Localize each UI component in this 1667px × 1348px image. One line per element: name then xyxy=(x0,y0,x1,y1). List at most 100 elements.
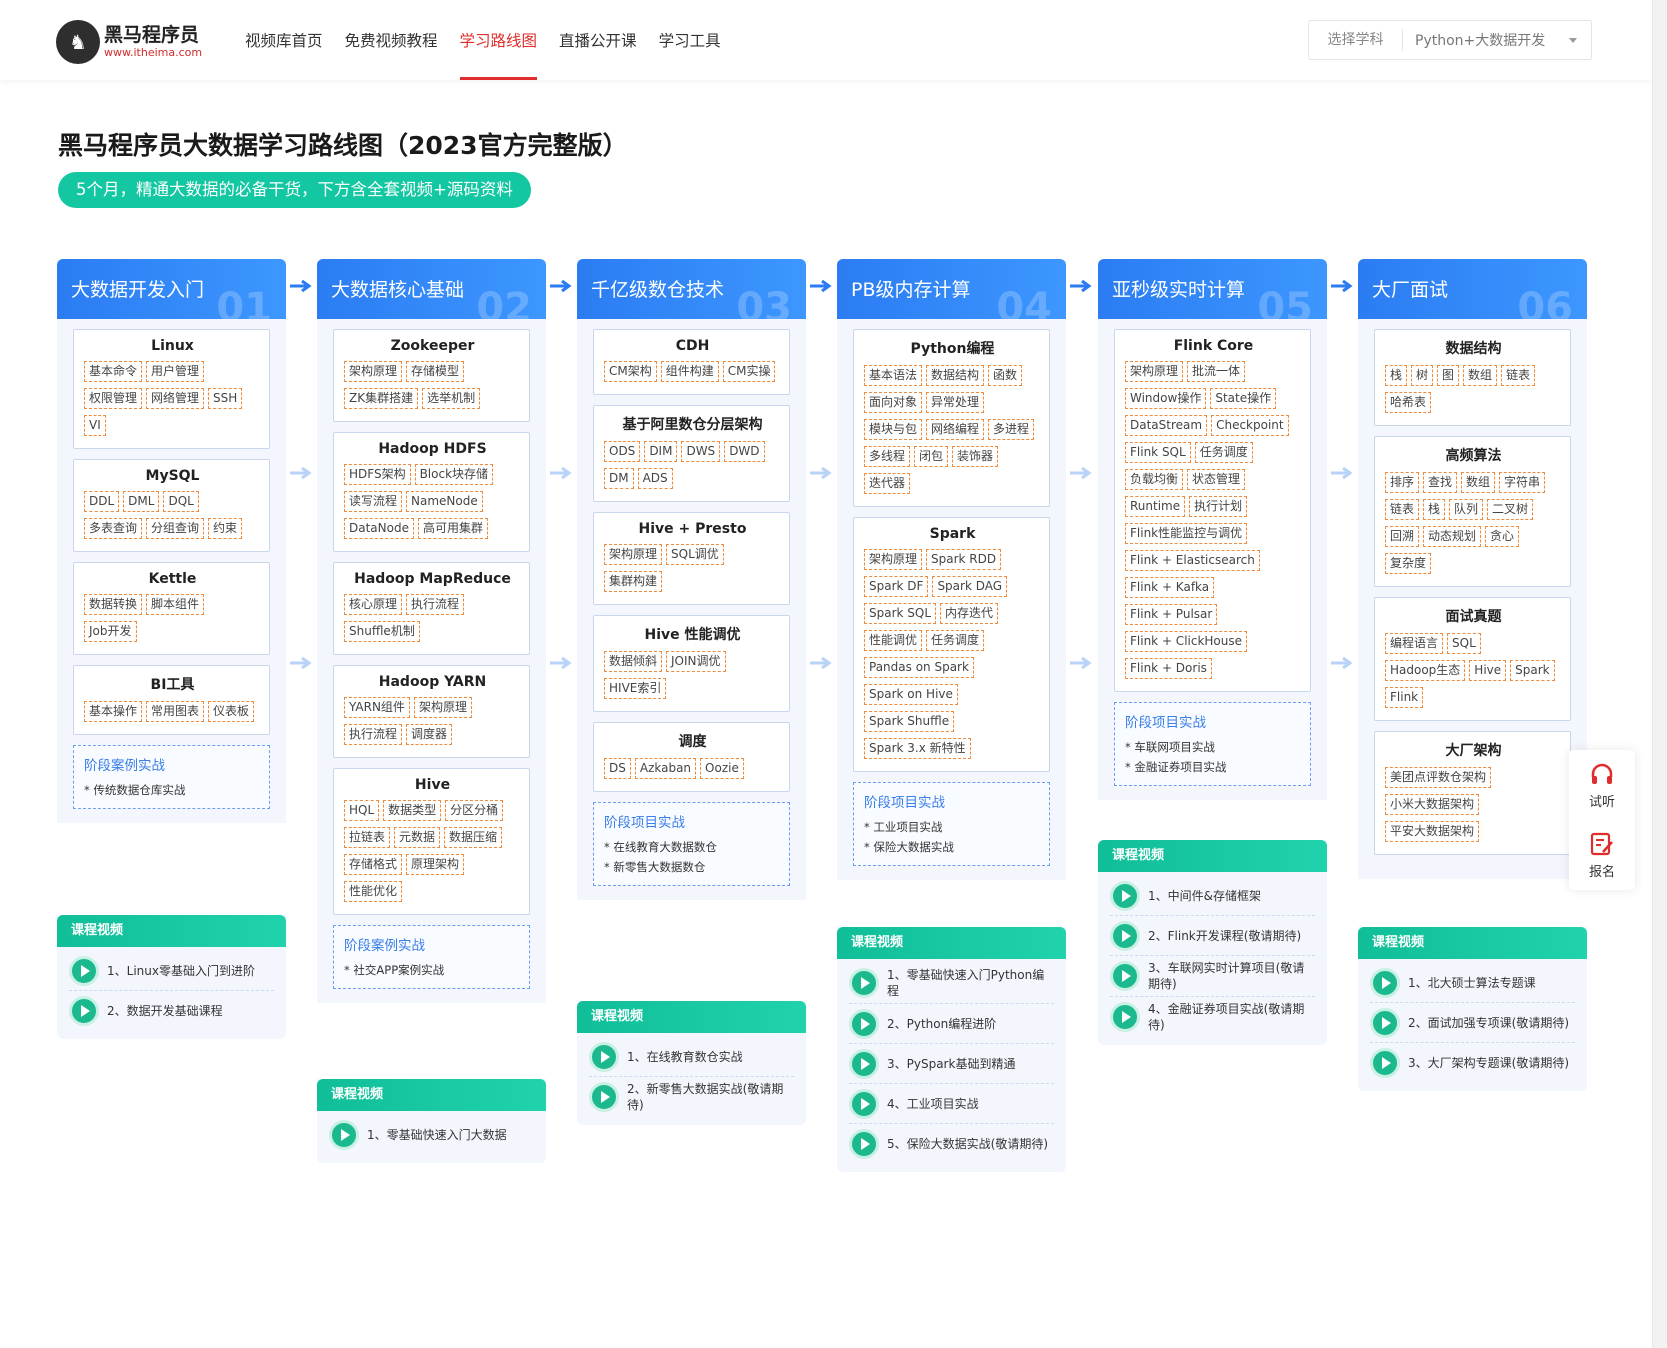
stage-practice-item[interactable]: * 社交APP案例实战 xyxy=(344,960,519,980)
play-icon[interactable] xyxy=(849,1129,879,1159)
topic-tag[interactable]: 集群构建 xyxy=(604,571,663,592)
topic-tag[interactable]: 平安大数据架构 xyxy=(1385,821,1480,842)
course-video-title[interactable]: 1、中间件&存储框架 xyxy=(1148,888,1261,904)
topic-tag[interactable]: 选举机制 xyxy=(422,388,481,409)
topic-tag[interactable]: 链表 xyxy=(1385,499,1420,520)
topic-tag[interactable]: 数据结构 xyxy=(926,365,985,386)
topic-tag[interactable]: DML xyxy=(123,491,160,512)
play-icon[interactable] xyxy=(849,1088,879,1119)
course-video-item[interactable]: 2、数据开发基础课程 xyxy=(69,991,274,1031)
course-video-title[interactable]: 2、Flink开发课程(敬请期待) xyxy=(1148,928,1301,944)
stage-practice-title[interactable]: 阶段项目实战 xyxy=(864,791,1039,811)
topic-tag[interactable]: 多线程 xyxy=(864,446,911,467)
topic-tag[interactable]: 内存迭代 xyxy=(940,603,999,624)
topic-tag[interactable]: 网络编程 xyxy=(926,419,985,440)
stage-practice-item[interactable]: * 传统数据仓库实战 xyxy=(84,780,259,800)
topic-tag[interactable]: Flink xyxy=(1385,687,1424,708)
nav-live-courses[interactable]: 直播公开课 xyxy=(559,0,637,80)
topic-tag[interactable]: 链表 xyxy=(1501,365,1536,386)
topic-tag[interactable]: SQL xyxy=(1447,633,1481,654)
play-icon[interactable] xyxy=(1370,1048,1400,1078)
topic-tag[interactable]: 多进程 xyxy=(988,419,1035,440)
topic-tag[interactable]: DWD xyxy=(724,441,765,462)
topic-tag[interactable]: 栈 xyxy=(1385,365,1408,386)
topic-tag[interactable]: CM实操 xyxy=(722,361,776,382)
topic-tag[interactable]: 分组查询 xyxy=(146,518,205,539)
topic-tag[interactable]: Azkaban xyxy=(634,758,697,779)
topic-tag[interactable]: 排序 xyxy=(1385,472,1420,493)
course-video-title[interactable]: 1、Linux零基础入门到进阶 xyxy=(107,963,255,979)
topic-tag[interactable]: DDL xyxy=(84,491,120,512)
signup-button[interactable]: 报名 xyxy=(1569,820,1635,890)
topic-tag[interactable]: 面向对象 xyxy=(864,392,923,413)
topic-tag[interactable]: 模块与包 xyxy=(864,419,923,440)
nav-learning-roadmap[interactable]: 学习路线图 xyxy=(459,0,537,80)
topic-tag[interactable]: Runtime xyxy=(1125,496,1186,517)
topic-tag[interactable]: 数据压缩 xyxy=(444,827,503,848)
play-icon[interactable] xyxy=(69,955,99,986)
topic-tag[interactable]: 执行流程 xyxy=(406,594,465,615)
course-video-item[interactable]: 4、工业项目实战 xyxy=(849,1084,1054,1124)
play-icon[interactable] xyxy=(849,1008,879,1039)
play-icon[interactable] xyxy=(849,968,879,998)
course-video-title[interactable]: 2、面试加强专项课(敬请期待) xyxy=(1408,1015,1569,1031)
play-icon[interactable] xyxy=(589,1082,619,1112)
course-video-title[interactable]: 3、车联网实时计算项目(敬请期待) xyxy=(1148,960,1315,992)
topic-tag[interactable]: 常用图表 xyxy=(146,701,205,722)
subject-selector[interactable]: 选择学科 Python+大数据开发 xyxy=(1308,20,1592,60)
topic-tag[interactable]: Checkpoint xyxy=(1211,415,1289,436)
topic-tag[interactable]: 数据类型 xyxy=(383,800,442,821)
topic-tag[interactable]: 调度器 xyxy=(406,724,453,745)
stage-practice-item[interactable]: * 保险大数据实战 xyxy=(864,837,1039,857)
course-video-item[interactable]: 3、车联网实时计算项目(敬请期待) xyxy=(1110,956,1315,997)
topic-tag[interactable]: Flink + Kafka xyxy=(1125,577,1215,598)
course-video-title[interactable]: 2、Python编程进阶 xyxy=(887,1016,996,1032)
play-icon[interactable] xyxy=(589,1041,619,1072)
topic-tag[interactable]: 组件构建 xyxy=(660,361,719,382)
topic-tag[interactable]: 核心原理 xyxy=(344,594,403,615)
topic-tag[interactable]: Spark DAG xyxy=(932,576,1008,597)
topic-tag[interactable]: 状态管理 xyxy=(1187,469,1246,490)
topic-tag[interactable]: 高可用集群 xyxy=(417,518,488,539)
topic-tag[interactable]: NameNode xyxy=(406,491,483,512)
topic-tag[interactable]: 数组 xyxy=(1461,472,1496,493)
topic-tag[interactable]: ADS xyxy=(637,468,673,489)
topic-tag[interactable]: 数组 xyxy=(1463,365,1498,386)
topic-tag[interactable]: DQL xyxy=(163,491,199,512)
play-icon[interactable] xyxy=(1110,1002,1140,1032)
topic-tag[interactable]: 复杂度 xyxy=(1385,553,1432,574)
nav-learning-tools[interactable]: 学习工具 xyxy=(659,0,721,80)
topic-tag[interactable]: 树 xyxy=(1411,365,1434,386)
page-scrollbar[interactable] xyxy=(1652,0,1667,1348)
topic-tag[interactable]: 架构原理 xyxy=(604,544,663,565)
topic-tag[interactable]: 任务调度 xyxy=(1194,442,1253,463)
topic-tag[interactable]: Flink + Doris xyxy=(1125,658,1212,679)
topic-tag[interactable]: 任务调度 xyxy=(926,630,985,651)
play-icon[interactable] xyxy=(1110,880,1140,911)
topic-tag[interactable]: Flink SQL xyxy=(1125,442,1191,463)
topic-tag[interactable]: 架构原理 xyxy=(864,549,923,570)
topic-tag[interactable]: 函数 xyxy=(988,365,1023,386)
topic-tag[interactable]: Spark DF xyxy=(864,576,929,597)
course-video-item[interactable]: 5、保险大数据实战(敬请期待) xyxy=(849,1124,1054,1164)
course-video-title[interactable]: 2、新零售大数据实战(敬请期待) xyxy=(627,1081,794,1113)
course-video-item[interactable]: 1、零基础快速入门Python编程 xyxy=(849,963,1054,1004)
topic-tag[interactable]: 执行计划 xyxy=(1189,496,1248,517)
course-video-title[interactable]: 4、工业项目实战 xyxy=(887,1096,979,1112)
topic-tag[interactable]: 架构原理 xyxy=(413,697,472,718)
course-video-title[interactable]: 4、金融证券项目实战(敬请期待) xyxy=(1148,1001,1315,1033)
topic-tag[interactable]: 存储格式 xyxy=(344,854,403,875)
topic-tag[interactable]: HQL xyxy=(344,800,380,821)
topic-tag[interactable]: 架构原理 xyxy=(1125,361,1184,382)
topic-tag[interactable]: Spark Shuffle xyxy=(864,711,955,732)
topic-tag[interactable]: 多表查询 xyxy=(84,518,143,539)
topic-tag[interactable]: 基本操作 xyxy=(84,701,143,722)
listen-button[interactable]: 试听 xyxy=(1569,750,1635,820)
topic-tag[interactable]: Shuffle机制 xyxy=(344,621,420,642)
stage-practice-item[interactable]: * 在线教育大数据数仓 xyxy=(604,837,779,857)
topic-tag[interactable]: 原理架构 xyxy=(406,854,465,875)
play-icon[interactable] xyxy=(849,1048,879,1079)
stage-practice-item[interactable]: * 工业项目实战 xyxy=(864,817,1039,837)
topic-tag[interactable]: 网络管理 xyxy=(146,388,205,409)
course-video-item[interactable]: 1、中间件&存储框架 xyxy=(1110,876,1315,916)
